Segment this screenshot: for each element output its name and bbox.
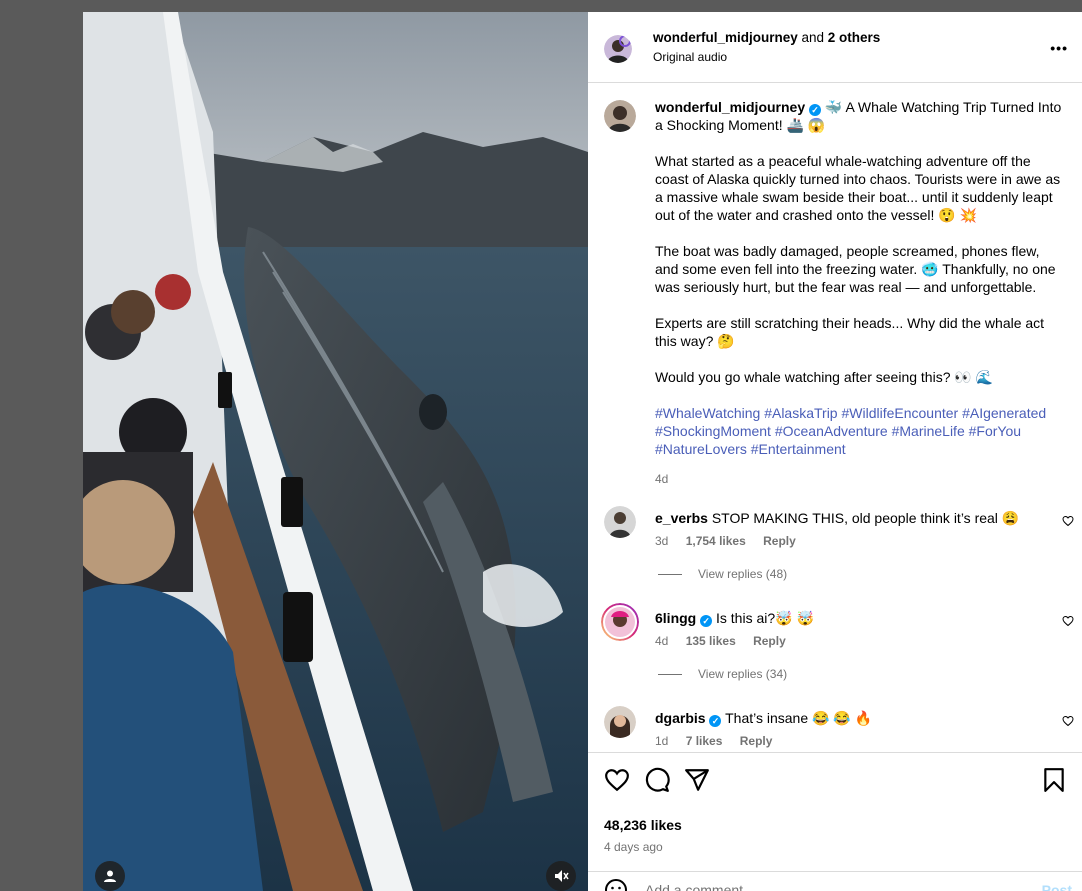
post-panel: wonderful_midjourney and 2 others Origin… [588,12,1082,891]
reply-button[interactable]: Reply [763,534,796,548]
caption-paragraph-2: The boat was badly damaged, people screa… [655,243,1056,295]
comment-input[interactable]: Add a comment... [645,882,755,891]
comment-text: STOP MAKING THIS, old people think it’s … [707,510,1020,526]
view-replies-button[interactable]: View replies (48) [658,567,787,581]
post-comment-button[interactable]: Post [1042,882,1072,891]
like-count[interactable]: 48,236 likes [604,817,682,833]
comment-avatar[interactable] [604,506,636,538]
verified-icon: ✓ [809,104,822,116]
comment-text: Is this ai?🤯 🤯 [712,610,814,626]
comment-text: That’s insane 😂 😂 🔥 [721,710,873,726]
whale-image [83,12,588,891]
comment-meta: 4d 135 likes Reply [655,634,800,648]
comment-e-verbs: e_verbs STOP MAKING THIS, old people thi… [604,506,1074,566]
audio-link[interactable]: Original audio [653,50,727,64]
header-and: and [797,30,828,45]
header-username[interactable]: wonderful_midjourney [653,30,798,45]
comment-line: dgarbis ✓ That’s insane 😂 😂 🔥 [655,710,872,727]
comment-meta: 3d 1,754 likes Reply [655,534,810,548]
comment-username[interactable]: 6lingg [655,610,696,626]
comment-avatar[interactable] [601,603,639,641]
comment-icon[interactable] [644,767,670,793]
hashtags[interactable]: #WhaleWatching #AlaskaTrip #WildlifeEnco… [655,404,1065,458]
like-comment-icon[interactable] [1062,615,1074,627]
post-actions: 48,236 likes 4 days ago Add a comment...… [588,752,1082,891]
header-others[interactable]: 2 others [828,30,881,45]
like-comment-icon[interactable] [1062,515,1074,527]
comment-likes[interactable]: 135 likes [686,634,736,648]
avatar[interactable] [604,35,632,63]
verified-icon: ✓ [709,715,722,727]
comment-age: 4d [655,634,669,648]
caption-paragraph-1: What started as a peaceful whale-watchin… [655,153,1061,223]
caption-age: 4d [655,472,669,486]
comment-meta: 1d 7 likes Reply [655,734,786,748]
caption-text: wonderful_midjourney ✓ 🐳 A Whale Watchin… [655,98,1065,488]
verified-icon: ✓ [700,615,713,627]
comment-likes[interactable]: 1,754 likes [686,534,746,548]
save-icon[interactable] [1042,767,1066,793]
like-comment-icon[interactable] [1062,715,1074,727]
caption-avatar[interactable] [604,100,636,132]
comment-6lingg: 6lingg ✓ Is this ai?🤯 🤯 4d 135 likes Rep… [601,603,1074,666]
reply-button[interactable]: Reply [753,634,786,648]
comment-age: 1d [655,734,669,748]
post-header: wonderful_midjourney and 2 others Origin… [588,12,1082,83]
caption-username[interactable]: wonderful_midjourney [655,99,805,115]
more-options-icon[interactable]: ••• [1050,40,1068,56]
add-comment-bar: Add a comment... Post [588,871,1082,891]
comment-line: 6lingg ✓ Is this ai?🤯 🤯 [655,610,814,627]
view-replies-button[interactable]: View replies (34) [658,667,787,681]
share-icon[interactable] [684,767,710,793]
like-icon[interactable] [604,767,630,793]
comment-avatar[interactable] [604,706,636,738]
header-usernames: wonderful_midjourney and 2 others [653,30,880,45]
comment-age: 3d [655,534,669,548]
caption-paragraph-3: Experts are still scratching their heads… [655,315,1045,349]
mute-icon[interactable] [546,861,576,891]
comment-likes[interactable]: 7 likes [686,734,723,748]
post-video[interactable] [83,12,588,891]
user-tag-icon[interactable] [95,861,125,891]
reply-button[interactable]: Reply [740,734,773,748]
comment-line: e_verbs STOP MAKING THIS, old people thi… [655,510,1019,527]
caption-paragraph-4: Would you go whale watching after seeing… [655,369,994,385]
post-time: 4 days ago [604,840,663,854]
emoji-icon[interactable] [604,878,628,891]
hashtag-links[interactable]: #WhaleWatching #AlaskaTrip #WildlifeEnco… [655,405,1046,457]
comment-username[interactable]: e_verbs [655,510,708,526]
comment-username[interactable]: dgarbis [655,710,706,726]
